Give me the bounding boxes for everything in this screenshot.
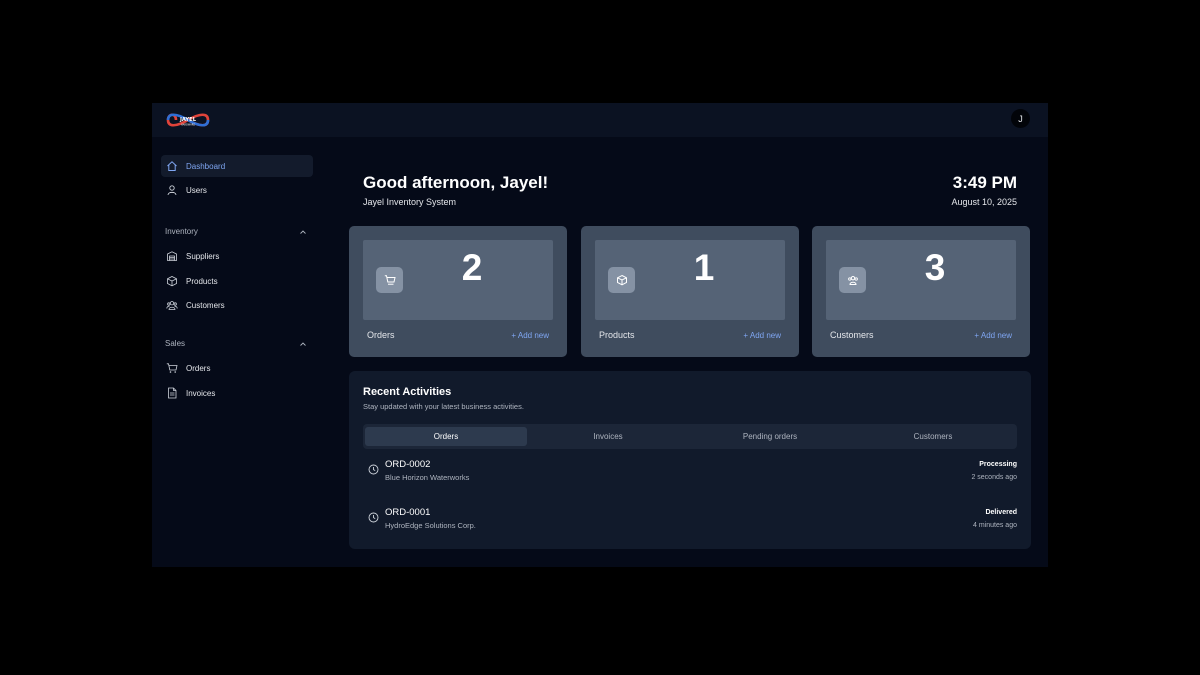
home-icon (166, 160, 178, 172)
infinity-logo-icon: JAYEL HARDWARE (166, 113, 210, 127)
sidebar-item-orders[interactable]: Orders (161, 357, 313, 379)
stat-label: Customers (830, 330, 874, 340)
main-content: Good afternoon, Jayel! Jayel Inventory S… (349, 137, 1034, 567)
stat-label: Orders (367, 330, 395, 340)
page-subtitle: Jayel Inventory System (363, 197, 457, 207)
sidebar-item-label: Products (186, 276, 218, 286)
add-product-link[interactable]: + Add new (743, 331, 781, 340)
tab-pending-orders[interactable]: Pending orders (689, 427, 851, 446)
sidebar-item-dashboard[interactable]: Dashboard (161, 155, 313, 177)
status-badge: Processing (979, 461, 1017, 468)
clock-icon (368, 512, 379, 523)
panel-title: Recent Activities (363, 386, 452, 398)
section-title: Sales (165, 339, 186, 348)
order-id: ORD-0001 (385, 507, 431, 518)
cart-icon (166, 362, 178, 374)
add-order-link[interactable]: + Add new (511, 331, 549, 340)
sidebar-item-customers[interactable]: Customers (161, 294, 313, 316)
sidebar-item-label: Invoices (186, 388, 216, 398)
order-id: ORD-0002 (385, 459, 431, 470)
users-group-icon (166, 299, 178, 311)
svg-text:JAYEL: JAYEL (179, 117, 197, 123)
activity-row[interactable]: ORD-0002 Blue Horizon Waterworks Process… (363, 458, 1017, 488)
clock-icon (368, 464, 379, 475)
user-avatar[interactable]: J (1011, 109, 1030, 128)
section-title: Inventory (165, 227, 198, 236)
svg-text:HARDWARE: HARDWARE (181, 124, 195, 127)
tab-invoices[interactable]: Invoices (527, 427, 689, 446)
panel-subtitle: Stay updated with your latest business a… (363, 402, 524, 411)
stat-value: 1 (693, 247, 715, 288)
stat-card-customers: 3 Customers + Add new (812, 226, 1030, 357)
order-customer: Blue Horizon Waterworks (385, 473, 470, 482)
chevron-up-icon (300, 229, 306, 234)
order-timestamp: 4 minutes ago (973, 522, 1017, 529)
order-customer: HydroEdge Solutions Corp. (385, 521, 476, 530)
app-window: JAYEL HARDWARE J Dashboard Users Invento… (152, 103, 1048, 567)
chevron-up-icon (300, 341, 306, 346)
sidebar-item-users[interactable]: Users (161, 179, 313, 201)
section-inventory[interactable]: Inventory (165, 227, 307, 236)
activity-row[interactable]: ORD-0001 HydroEdge Solutions Corp. Deliv… (363, 506, 1017, 536)
sidebar-item-label: Orders (186, 363, 211, 373)
section-sales[interactable]: Sales (165, 339, 307, 348)
brand-logo[interactable]: JAYEL HARDWARE (165, 109, 211, 131)
sidebar-item-invoices[interactable]: Invoices (161, 382, 313, 404)
sidebar-item-label: Dashboard (186, 161, 226, 171)
add-customer-link[interactable]: + Add new (974, 331, 1012, 340)
status-badge: Delivered (985, 509, 1017, 516)
activity-tabs: Orders Invoices Pending orders Customers (363, 424, 1017, 449)
tab-orders[interactable]: Orders (365, 427, 527, 446)
recent-activities-panel: Recent Activities Stay updated with your… (349, 371, 1031, 549)
stat-label: Products (599, 330, 635, 340)
page-title: Good afternoon, Jayel! (363, 173, 549, 192)
stat-value: 3 (924, 247, 946, 288)
sidebar: Dashboard Users Inventory Suppliers Prod… (152, 137, 322, 567)
current-date: August 10, 2025 (951, 197, 1017, 207)
stat-value: 2 (461, 247, 483, 288)
stat-card-orders: 2 Orders + Add new (349, 226, 567, 357)
tab-customers[interactable]: Customers (852, 427, 1014, 446)
sidebar-item-label: Suppliers (186, 251, 220, 261)
current-time: 3:49 PM (952, 173, 1017, 192)
warehouse-icon (166, 250, 178, 262)
document-icon (166, 387, 178, 399)
stat-card-products: 1 Products + Add new (581, 226, 799, 357)
top-bar: JAYEL HARDWARE J (152, 103, 1048, 137)
sidebar-item-suppliers[interactable]: Suppliers (161, 245, 313, 267)
user-icon (166, 184, 178, 196)
box-icon (166, 275, 178, 287)
order-timestamp: 2 seconds ago (971, 474, 1017, 481)
sidebar-item-products[interactable]: Products (161, 270, 313, 292)
sidebar-item-label: Users (186, 185, 207, 195)
sidebar-item-label: Customers (186, 300, 225, 310)
